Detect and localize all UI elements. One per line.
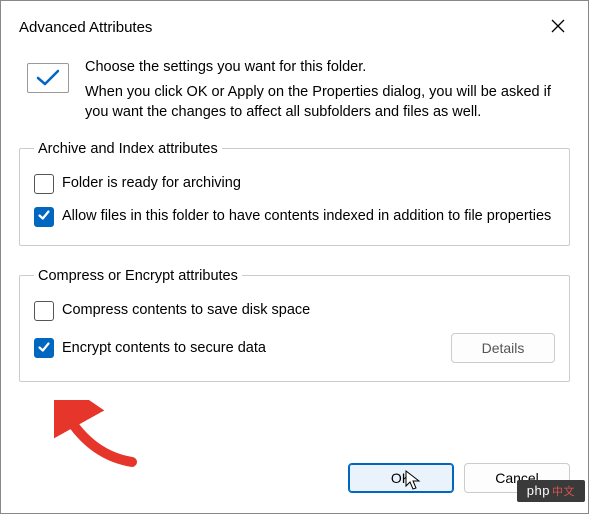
archive-checkbox-label: Folder is ready for archiving (62, 173, 241, 193)
dialog-title: Advanced Attributes (19, 19, 152, 36)
checkmark-icon (37, 208, 51, 225)
encrypt-checkbox-label: Encrypt contents to secure data (62, 338, 266, 358)
intro-body: When you click OK or Apply on the Proper… (85, 82, 570, 123)
checkbox-row: Folder is ready for archiving (34, 173, 555, 194)
compress-checkbox-label: Compress contents to save disk space (62, 300, 310, 320)
checkmark-icon (37, 340, 51, 357)
compress-encrypt-group: Compress or Encrypt attributes Compress … (19, 268, 570, 382)
compress-checkbox[interactable] (34, 301, 54, 321)
details-button[interactable]: Details (451, 333, 555, 363)
archive-checkbox[interactable] (34, 174, 54, 194)
cancel-button[interactable]: Cancel (464, 463, 570, 493)
checkbox-row: Allow files in this folder to have conte… (34, 206, 555, 227)
index-checkbox[interactable] (34, 207, 54, 227)
dialog-content: Choose the settings you want for this fo… (1, 51, 588, 463)
archive-index-legend: Archive and Index attributes (34, 141, 222, 157)
checkbox-row: Encrypt contents to secure data Details (34, 333, 555, 363)
ok-button[interactable]: OK (348, 463, 454, 493)
dialog-footer: OK Cancel (1, 463, 588, 513)
checkbox-illustration-icon (27, 63, 69, 93)
checkbox-row: Compress contents to save disk space (34, 300, 555, 321)
advanced-attributes-dialog: Advanced Attributes Choose the settings … (0, 0, 589, 514)
intro-section: Choose the settings you want for this fo… (19, 57, 570, 123)
archive-index-group: Archive and Index attributes Folder is r… (19, 141, 570, 246)
intro-heading: Choose the settings you want for this fo… (85, 57, 570, 78)
compress-encrypt-legend: Compress or Encrypt attributes (34, 268, 242, 284)
encrypt-checkbox[interactable] (34, 338, 54, 358)
close-icon (551, 19, 565, 36)
index-checkbox-label: Allow files in this folder to have conte… (62, 206, 551, 226)
close-button[interactable] (542, 11, 574, 43)
titlebar: Advanced Attributes (1, 1, 588, 51)
intro-text: Choose the settings you want for this fo… (85, 57, 570, 123)
